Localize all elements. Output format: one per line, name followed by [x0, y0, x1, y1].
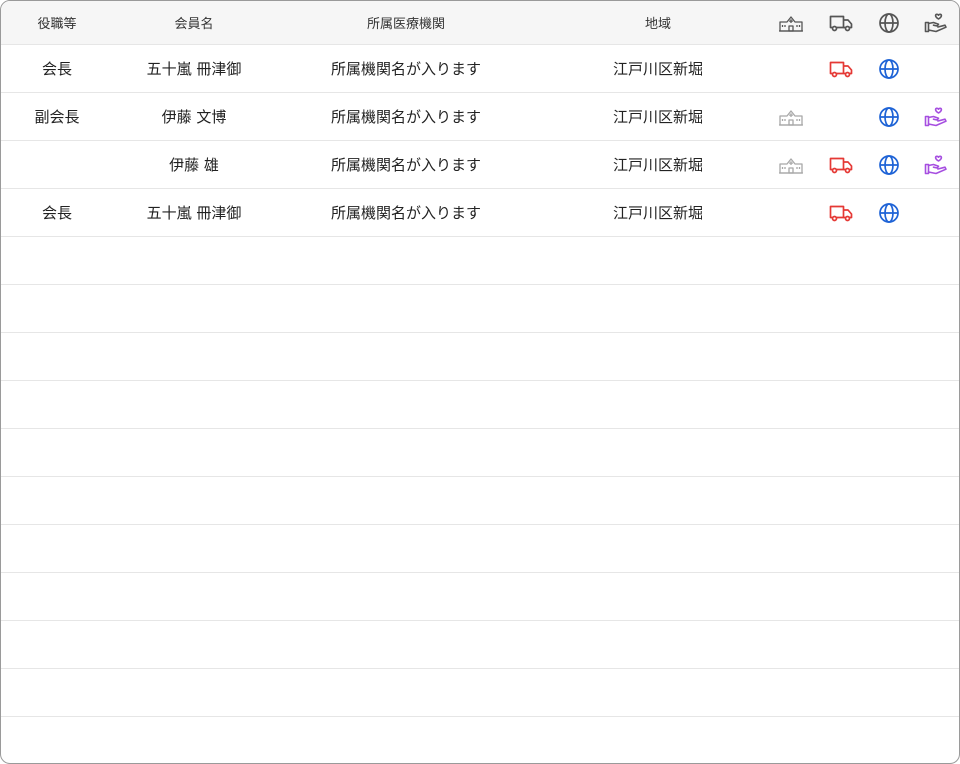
table-row[interactable]: 伊藤 雄 所属機関名が入ります 江戸川区新堀: [1, 141, 959, 189]
header-title[interactable]: 役職等: [1, 1, 113, 44]
hand-heart-icon: [923, 152, 949, 178]
member-title: 副会長: [34, 108, 80, 126]
member-name: 伊藤 雄: [169, 156, 219, 174]
empty-row: [1, 525, 959, 573]
members-table: 役職等 会員名 所属医療機関 地域 会長 五十嵐 冊津御 所属機関名が入ります …: [0, 0, 960, 764]
globe-icon[interactable]: [876, 10, 902, 36]
hand-heart-icon[interactable]: [923, 10, 949, 36]
member-title: [1, 141, 113, 188]
member-area: 江戸川区新堀: [612, 204, 703, 222]
member-institution: 所属機関名が入ります: [330, 108, 481, 126]
truck-icon: [828, 56, 854, 82]
empty-row: [1, 621, 959, 669]
empty-row: [1, 717, 959, 763]
truck-icon[interactable]: [828, 10, 854, 36]
globe-icon: [876, 104, 902, 130]
member-name: 伊藤 文博: [161, 108, 227, 126]
empty-row: [1, 237, 959, 285]
member-name: 五十嵐 冊津御: [146, 60, 242, 78]
member-area: 江戸川区新堀: [612, 108, 703, 126]
empty-row: [1, 381, 959, 429]
table-row[interactable]: 会長 五十嵐 冊津御 所属機関名が入ります 江戸川区新堀: [1, 189, 959, 237]
member-title: 会長: [41, 204, 72, 222]
table-row[interactable]: 副会長 伊藤 文博 所属機関名が入ります 江戸川区新堀: [1, 93, 959, 141]
member-area: 江戸川区新堀: [612, 156, 703, 174]
empty-row: [1, 333, 959, 381]
member-institution: 所属機関名が入ります: [330, 60, 481, 78]
empty-row: [1, 285, 959, 333]
empty-row: [1, 669, 959, 717]
header-name[interactable]: 会員名: [113, 1, 275, 44]
table-row[interactable]: 会長 五十嵐 冊津御 所属機関名が入ります 江戸川区新堀: [1, 45, 959, 93]
member-title: 会長: [41, 60, 72, 78]
globe-icon: [876, 56, 902, 82]
globe-icon: [876, 152, 902, 178]
truck-icon: [828, 152, 854, 178]
header-institution[interactable]: 所属医療機関: [275, 1, 537, 44]
header-area[interactable]: 地域: [537, 1, 779, 44]
member-name: 五十嵐 冊津御: [146, 204, 242, 222]
hospital-icon: [778, 104, 804, 130]
empty-row: [1, 429, 959, 477]
table-header: 役職等 会員名 所属医療機関 地域: [1, 1, 959, 45]
member-area: 江戸川区新堀: [612, 60, 703, 78]
hospital-icon[interactable]: [778, 10, 804, 36]
hospital-icon: [778, 152, 804, 178]
truck-icon: [828, 200, 854, 226]
member-institution: 所属機関名が入ります: [330, 204, 481, 222]
globe-icon: [876, 200, 902, 226]
member-institution: 所属機関名が入ります: [330, 156, 481, 174]
empty-row: [1, 573, 959, 621]
empty-row: [1, 477, 959, 525]
hand-heart-icon: [923, 104, 949, 130]
